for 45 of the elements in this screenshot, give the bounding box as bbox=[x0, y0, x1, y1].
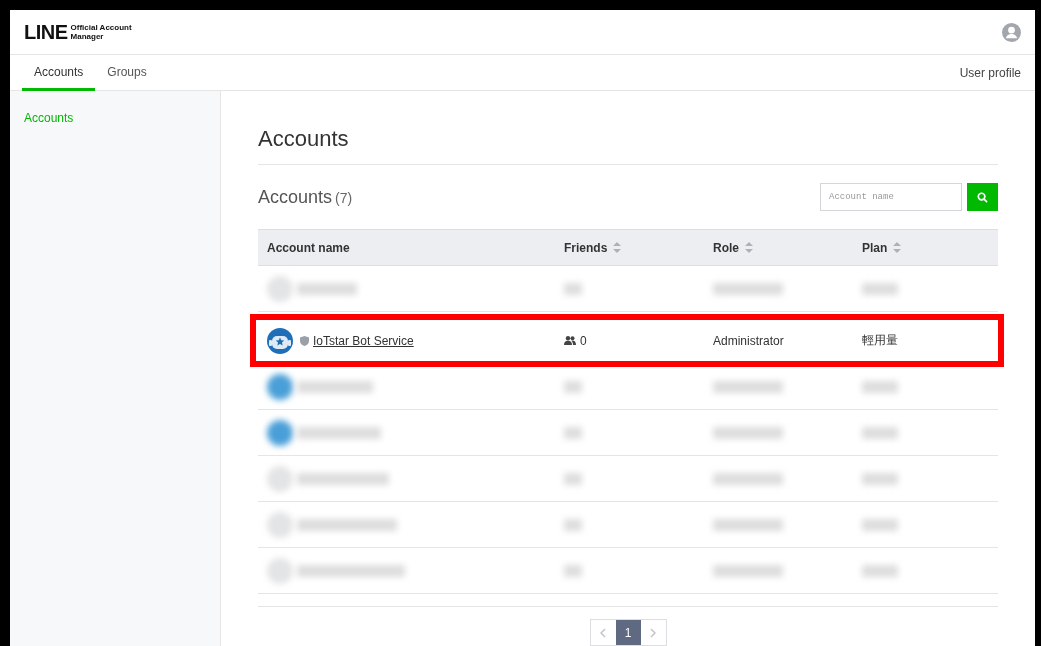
blurred-text bbox=[713, 564, 783, 577]
column-header: Friends bbox=[564, 240, 608, 255]
page-button[interactable]: 1 bbox=[615, 620, 641, 645]
blurred-text bbox=[862, 518, 898, 531]
page-title: Accounts bbox=[258, 126, 998, 165]
robot-avatar-icon bbox=[267, 327, 293, 354]
sort-icon[interactable] bbox=[613, 242, 622, 253]
nav-tab[interactable]: Groups bbox=[95, 55, 159, 91]
column-header: Plan bbox=[862, 240, 888, 255]
blurred-text bbox=[713, 472, 783, 485]
column-header: Role bbox=[713, 240, 739, 255]
sort-icon[interactable] bbox=[893, 242, 902, 253]
blurred-text bbox=[297, 282, 357, 295]
blurred-text bbox=[564, 564, 582, 577]
search-field[interactable]: Account name bbox=[820, 183, 962, 211]
blurred-text bbox=[862, 564, 898, 577]
blurred-text bbox=[564, 472, 582, 485]
chevron-left-icon bbox=[600, 627, 606, 638]
blurred-text bbox=[862, 282, 898, 295]
blurred-text bbox=[564, 282, 582, 295]
search-button[interactable] bbox=[967, 183, 998, 211]
people-icon bbox=[564, 336, 576, 345]
role-text: Administrator bbox=[713, 333, 784, 348]
blurred-text bbox=[862, 426, 898, 439]
account-name-link[interactable]: IoTstar Bot Service bbox=[313, 333, 414, 348]
column-header: Account name bbox=[267, 240, 350, 255]
sort-icon[interactable] bbox=[745, 242, 753, 253]
blurred-text bbox=[713, 282, 783, 295]
blurred-text bbox=[713, 518, 783, 531]
search-icon bbox=[977, 191, 988, 203]
blurred-text bbox=[713, 380, 783, 393]
blurred-text bbox=[862, 472, 898, 485]
blurred-text bbox=[564, 518, 582, 531]
account-count: (7) bbox=[335, 189, 353, 206]
blurred-text bbox=[564, 380, 582, 393]
plan-text: 輕用量 bbox=[862, 332, 898, 349]
user-profile-link[interactable]: User profile bbox=[959, 65, 1021, 80]
blurred-text bbox=[713, 426, 783, 439]
section-title: Accounts bbox=[258, 186, 333, 207]
friends-count: 0 bbox=[580, 333, 587, 348]
blurred-text bbox=[564, 426, 582, 439]
shield-icon bbox=[300, 335, 309, 346]
chevron-right-icon bbox=[650, 627, 656, 638]
user-avatar-icon[interactable] bbox=[1002, 22, 1021, 42]
blurred-text bbox=[862, 380, 898, 393]
